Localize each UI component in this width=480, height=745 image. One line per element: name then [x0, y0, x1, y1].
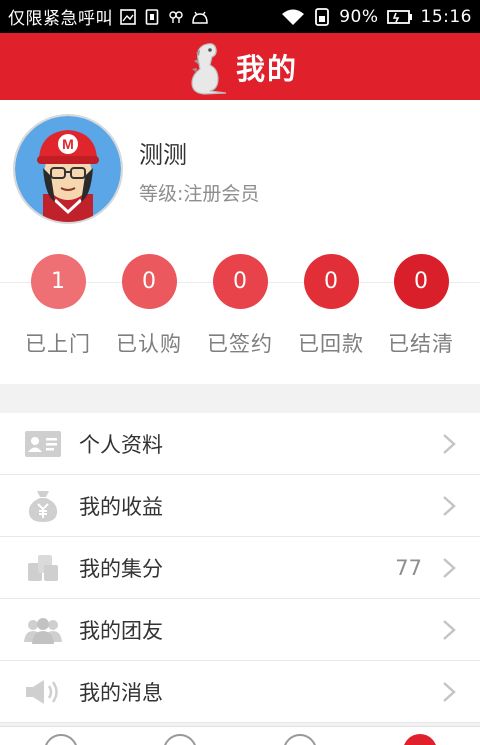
- points-value: 77: [395, 555, 422, 580]
- tab-discover-icon[interactable]: [283, 734, 317, 745]
- wifi-icon: [281, 8, 305, 26]
- avatar[interactable]: M: [13, 114, 123, 224]
- stat-label: 已回款: [298, 332, 364, 356]
- menu-label: 我的收益: [79, 494, 163, 519]
- menu-label: 我的消息: [79, 680, 163, 705]
- stat-count-badge: 0: [303, 254, 359, 309]
- sim-icon: [143, 8, 161, 26]
- stat-count-badge: 0: [212, 254, 268, 309]
- profile-card[interactable]: M 测测 等级:注册会员: [0, 100, 480, 248]
- screen: 仅限紧急呼叫 90% 15:16 我的 M 测测 等级:注册会员 1 已上门 0…: [0, 0, 480, 745]
- stat-label: 已认购: [116, 332, 182, 356]
- carrier-text: 仅限紧急呼叫: [8, 9, 113, 29]
- page-title: 我的: [235, 51, 298, 86]
- headset-icon: [167, 8, 185, 26]
- id-card-icon: [24, 427, 62, 461]
- stat-subscribed[interactable]: 0 已认购: [104, 254, 194, 358]
- android-icon: [191, 8, 209, 26]
- menu-label: 个人资料: [79, 432, 163, 457]
- stat-paid-back[interactable]: 0 已回款: [286, 254, 376, 358]
- menu-item-points[interactable]: 我的集分 77: [0, 537, 480, 599]
- chevron-right-icon: [442, 681, 456, 703]
- clock-text: 15:16: [420, 6, 472, 27]
- battery-icon: [386, 8, 413, 26]
- stat-count-badge: 0: [393, 254, 449, 309]
- user-name: 测测: [139, 141, 187, 169]
- chevron-right-icon: [442, 433, 456, 455]
- group-icon: [24, 613, 62, 647]
- chevron-right-icon: [442, 495, 456, 517]
- money-bag-icon: [24, 489, 62, 523]
- tab-home-icon[interactable]: [44, 734, 78, 745]
- menu-list: 个人资料 我的收益 我的集分 77 我的团友 我的消息: [0, 413, 480, 723]
- menu-item-messages[interactable]: 我的消息: [0, 661, 480, 723]
- menu-item-teammates[interactable]: 我的团友: [0, 599, 480, 661]
- tab-client-icon[interactable]: [163, 734, 197, 745]
- svg-text:M: M: [62, 136, 74, 152]
- coins-icon: [24, 551, 62, 585]
- stat-count-badge: 1: [30, 254, 86, 309]
- dinosaur-mascot-icon: [182, 39, 232, 95]
- member-level: 等级:注册会员: [139, 183, 260, 205]
- battery-percent: 90%: [339, 6, 379, 27]
- speaker-icon: [24, 675, 62, 709]
- stat-count-badge: 0: [121, 254, 177, 309]
- menu-item-profile[interactable]: 个人资料: [0, 413, 480, 475]
- order-stats: 1 已上门 0 已认购 0 已签约 0 已回款 0 已结清: [0, 248, 480, 384]
- screenshot-icon: [119, 8, 137, 26]
- menu-label: 我的集分: [79, 556, 163, 581]
- status-bar: 仅限紧急呼叫 90% 15:16: [0, 0, 480, 33]
- chevron-right-icon: [442, 619, 456, 641]
- menu-label: 我的团友: [79, 618, 163, 643]
- menu-item-earnings[interactable]: 我的收益: [0, 475, 480, 537]
- stat-label: 已结清: [388, 332, 454, 356]
- stat-label: 已签约: [207, 332, 273, 356]
- stat-signed[interactable]: 0 已签约: [195, 254, 285, 358]
- stat-visited[interactable]: 1 已上门: [13, 254, 103, 358]
- tab-mine-icon[interactable]: [403, 734, 437, 745]
- phone-signal-icon: [313, 7, 331, 26]
- stat-label: 已上门: [25, 332, 91, 356]
- stat-settled[interactable]: 0 已结清: [376, 254, 466, 358]
- app-header: 我的: [0, 33, 480, 100]
- chevron-right-icon: [442, 557, 456, 579]
- bottom-tab-bar: [0, 726, 480, 745]
